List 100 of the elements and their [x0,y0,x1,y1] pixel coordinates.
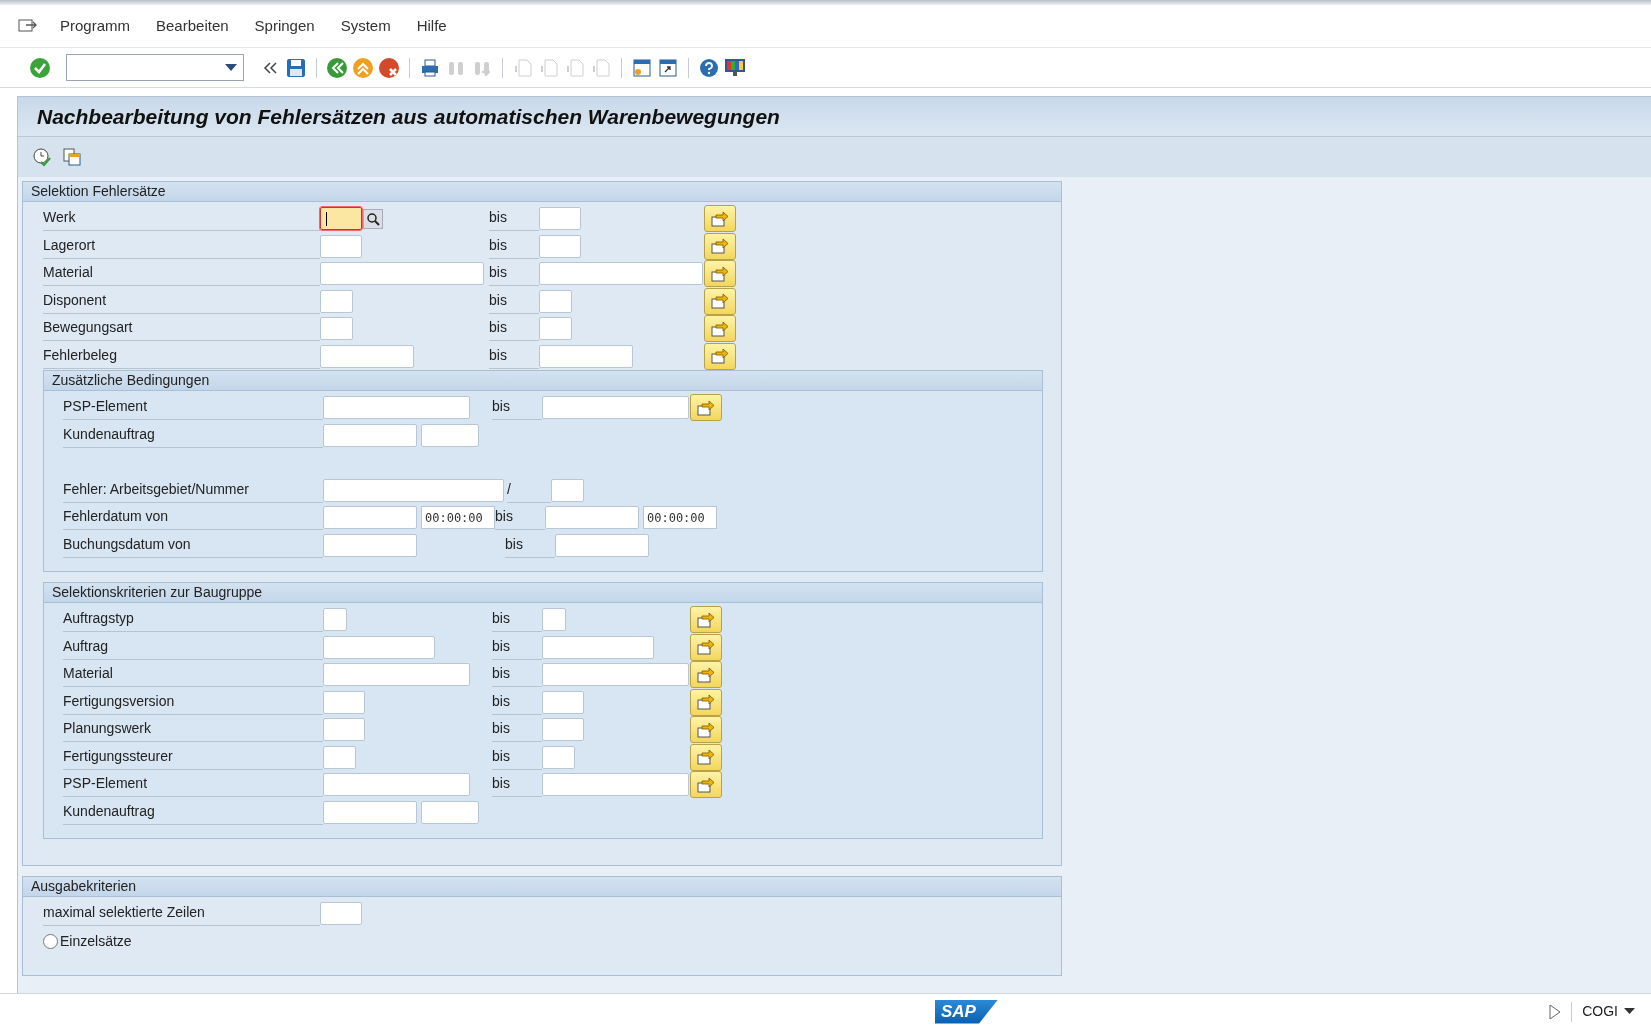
clock-check-icon[interactable] [30,145,54,169]
radio-button[interactable] [43,933,58,949]
input-field[interactable] [542,635,654,659]
multiple-selection-button[interactable] [690,716,722,744]
separator-label: bis [489,235,507,255]
separator-label: bis [489,290,507,310]
input-field[interactable] [323,745,356,769]
multiple-selection-button[interactable] [690,661,722,689]
separator-label: bis [489,263,507,283]
field-label: PSP-Element [63,397,148,417]
input-field[interactable] [542,690,584,714]
input-field[interactable] [551,478,584,502]
separator-label: bis [492,719,510,739]
input-field[interactable] [320,234,362,258]
input-field[interactable] [542,396,689,420]
separator-label: bis [492,774,510,794]
multiple-selection-button[interactable] [704,205,736,233]
separator-label: bis [489,318,507,338]
group-header: Ausgabekriterien [23,877,1061,897]
separator-label: bis [492,691,510,711]
input-field[interactable] [323,608,347,632]
field-label: Auftragstyp [63,609,134,629]
multiple-selection-button[interactable] [690,394,722,422]
menu-item[interactable]: Programm [60,14,130,38]
input-field[interactable] [323,533,417,557]
input-field[interactable] [542,718,584,742]
input-field[interactable] [323,396,470,420]
input-field[interactable] [539,234,581,258]
menu-item[interactable]: Hilfe [416,14,447,38]
input-field[interactable] [320,207,362,231]
input-field[interactable] [323,506,417,530]
copy-icon[interactable] [60,145,84,169]
back-icon[interactable] [325,55,349,80]
input-field[interactable] [539,207,581,231]
multiple-selection-button[interactable] [704,232,736,260]
field-label: Kundenauftrag [63,801,155,821]
arrow-into-box-icon [696,775,716,794]
input-field[interactable] [323,800,417,824]
input-field[interactable] [320,344,414,368]
input-field[interactable] [542,663,689,687]
separator-label: bis [492,664,510,684]
multiple-selection-button[interactable] [704,342,736,370]
separator-label: / [507,479,511,499]
input-field[interactable] [323,718,365,742]
input-field[interactable] [539,262,703,286]
input-field[interactable] [542,608,566,632]
multiple-selection-button[interactable] [690,606,722,634]
input-field[interactable] [539,317,572,341]
menu-icon[interactable] [18,18,38,34]
group-header: Selektion Fehlersätze [23,182,1061,202]
multiple-selection-button[interactable] [704,315,736,343]
multiple-selection-button[interactable] [690,688,722,716]
menu-item[interactable]: System [340,14,391,38]
field-label: PSP-Element [63,774,148,794]
input-field[interactable] [320,289,353,313]
multiple-selection-button[interactable] [690,633,722,661]
search-help-button[interactable] [363,208,383,229]
command-field[interactable] [66,54,244,81]
input-field[interactable] [323,690,365,714]
input-field[interactable] [539,289,572,313]
input-field[interactable] [421,800,479,824]
exit-icon[interactable] [351,55,375,80]
input-field[interactable] [542,773,689,797]
input-field[interactable] [320,902,362,926]
input-field[interactable] [323,478,504,502]
field-label: Disponent [43,290,107,310]
transaction-code[interactable]: COGI [1582,1001,1635,1022]
time-field[interactable]: 00:00:00 [643,506,717,530]
menu-item[interactable]: Bearbeiten [156,14,229,38]
input-field[interactable] [555,533,649,557]
field-label: Planungswerk [63,719,151,739]
cancel-icon[interactable] [377,55,401,80]
input-field[interactable] [320,262,484,286]
multiple-selection-button[interactable] [690,743,722,771]
multiple-selection-button[interactable] [704,260,736,288]
input-field[interactable] [542,745,575,769]
multiple-selection-button[interactable] [690,771,722,799]
play-triangle-icon[interactable] [1549,1003,1562,1020]
input-field[interactable] [320,317,353,341]
menu-item[interactable]: Springen [254,14,315,38]
check-icon[interactable] [28,55,52,80]
input-field[interactable] [323,635,435,659]
field-label: Buchungsdatum von [63,534,191,554]
input-field[interactable] [323,773,470,797]
input-field[interactable] [323,663,470,687]
field-label: Werk [43,208,76,228]
arrow-into-box-icon [710,347,730,366]
time-field[interactable]: 00:00:00 [421,506,495,530]
input-field[interactable] [539,344,633,368]
field-label: Lagerort [43,235,96,255]
separator-label: bis [492,636,510,656]
input-field[interactable] [545,506,639,530]
caret-down-icon [1624,1008,1635,1015]
input-field[interactable] [421,423,479,447]
sap-logo: SAP [935,999,998,1024]
input-field[interactable] [323,423,417,447]
field-label: Kundenauftrag [63,424,155,444]
arrow-into-box-icon [696,638,716,657]
multiple-selection-button[interactable] [704,287,736,315]
separator-label: bis [492,609,510,629]
